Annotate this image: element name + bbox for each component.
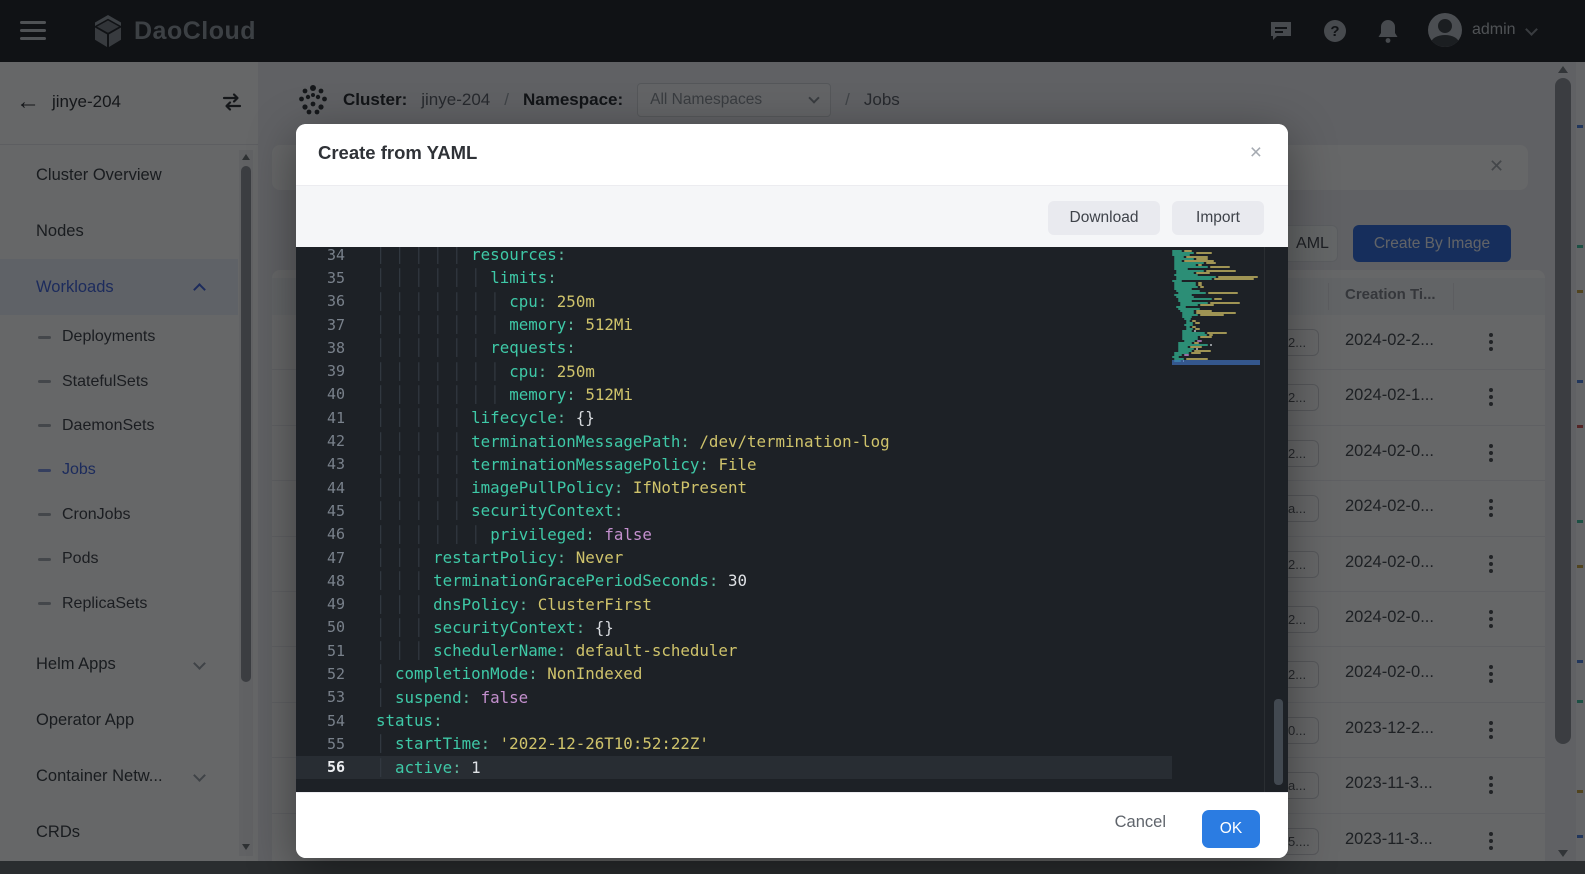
code-text: │ │ │ │ │ │ │ cpu: 250m xyxy=(376,362,595,381)
editor-scrollbar-thumb[interactable] xyxy=(1274,699,1283,785)
code-line-34[interactable]: 34 │ │ │ │ │ resources: xyxy=(296,247,1172,266)
code-line-48[interactable]: 48 │ │ │ terminationGracePeriodSeconds: 3… xyxy=(296,569,1172,592)
line-number: 53 xyxy=(296,688,345,706)
code-text: │ │ │ terminationGracePeriodSeconds: 30 xyxy=(376,571,747,590)
import-button[interactable]: Import xyxy=(1172,201,1264,235)
code-line-53[interactable]: 53 │ suspend: false xyxy=(296,686,1172,709)
code-text: status: xyxy=(376,711,443,730)
code-line-38[interactable]: 38 │ │ │ │ │ │ requests: xyxy=(296,336,1172,359)
code-line-41[interactable]: 41 │ │ │ │ │ lifecycle: {} xyxy=(296,406,1172,429)
code-line-43[interactable]: 43 │ │ │ │ │ terminationMessagePolicy: Fi… xyxy=(296,453,1172,476)
cancel-button[interactable]: Cancel xyxy=(1115,813,1166,832)
code-line-52[interactable]: 52 │ completionMode: NonIndexed xyxy=(296,662,1172,685)
ok-button[interactable]: OK xyxy=(1202,810,1260,848)
line-number: 40 xyxy=(296,385,345,403)
code-text: │ │ │ │ │ │ │ memory: 512Mi xyxy=(376,315,633,334)
code-text: │ │ │ schedulerName: default-scheduler xyxy=(376,641,737,660)
line-number: 38 xyxy=(296,339,345,357)
code-text: │ active: 1 xyxy=(376,758,481,777)
code-text: │ │ │ │ │ resources: xyxy=(376,247,566,264)
line-number: 52 xyxy=(296,665,345,683)
code-text: │ │ │ │ │ │ │ memory: 512Mi xyxy=(376,385,633,404)
code-text: │ │ │ │ │ │ limits: xyxy=(376,268,557,287)
line-number: 48 xyxy=(296,572,345,590)
line-number: 37 xyxy=(296,316,345,334)
code-line-39[interactable]: 39 │ │ │ │ │ │ │ cpu: 250m xyxy=(296,359,1172,382)
code-text: │ │ │ │ │ │ │ cpu: 250m xyxy=(376,292,595,311)
app-root: DaoCloud ? admin ← jinye-204 Cluster Ove… xyxy=(0,0,1585,874)
code-text: │ │ │ │ │ │ requests: xyxy=(376,338,576,357)
modal-toolbar: Download Import xyxy=(296,186,1288,247)
code-text: │ │ │ │ │ terminationMessagePath: /dev/t… xyxy=(376,432,890,451)
line-number: 55 xyxy=(296,735,345,753)
code-text: │ startTime: '2022-12-26T10:52:22Z' xyxy=(376,734,709,753)
create-from-yaml-modal: Create from YAML × Download Import 34 │ │… xyxy=(296,124,1288,858)
code-line-44[interactable]: 44 │ │ │ │ │ imagePullPolicy: IfNotPresen… xyxy=(296,476,1172,499)
line-number: 54 xyxy=(296,712,345,730)
code-line-35[interactable]: 35 │ │ │ │ │ │ limits: xyxy=(296,266,1172,289)
code-text: │ suspend: false xyxy=(376,688,528,707)
editor-minimap[interactable] xyxy=(1172,247,1260,792)
line-number: 45 xyxy=(296,502,345,520)
code-line-42[interactable]: 42 │ │ │ │ │ terminationMessagePath: /dev… xyxy=(296,429,1172,452)
code-line-50[interactable]: 50 │ │ │ securityContext: {} xyxy=(296,616,1172,639)
code-line-54[interactable]: 54 status: xyxy=(296,709,1172,732)
code-line-40[interactable]: 40 │ │ │ │ │ │ │ memory: 512Mi xyxy=(296,383,1172,406)
line-number: 43 xyxy=(296,455,345,473)
line-number: 51 xyxy=(296,642,345,660)
download-button[interactable]: Download xyxy=(1048,201,1160,235)
editor-scrollbar-track xyxy=(1264,247,1265,792)
code-text: │ │ │ securityContext: {} xyxy=(376,618,614,637)
yaml-editor[interactable]: 34 │ │ │ │ │ resources: 35 │ │ │ │ │ │ limi… xyxy=(296,247,1288,792)
modal-footer: Cancel OK xyxy=(296,792,1288,858)
line-number: 34 xyxy=(296,247,345,264)
code-line-51[interactable]: 51 │ │ │ schedulerName: default-scheduler xyxy=(296,639,1172,662)
line-number: 42 xyxy=(296,432,345,450)
close-icon[interactable]: × xyxy=(1250,141,1262,165)
line-number: 50 xyxy=(296,618,345,636)
line-number: 35 xyxy=(296,269,345,287)
line-number: 49 xyxy=(296,595,345,613)
code-text: │ │ │ dnsPolicy: ClusterFirst xyxy=(376,595,652,614)
code-text: │ │ │ │ │ imagePullPolicy: IfNotPresent xyxy=(376,478,747,497)
modal-title: Create from YAML xyxy=(318,142,477,164)
code-line-45[interactable]: 45 │ │ │ │ │ securityContext: xyxy=(296,499,1172,522)
code-line-46[interactable]: 46 │ │ │ │ │ │ privileged: false xyxy=(296,523,1172,546)
editor-lines: 34 │ │ │ │ │ resources: 35 │ │ │ │ │ │ limi… xyxy=(296,247,1172,779)
code-text: │ │ │ restartPolicy: Never xyxy=(376,548,623,567)
modal-title-bar: Create from YAML × xyxy=(296,124,1288,186)
code-line-37[interactable]: 37 │ │ │ │ │ │ │ memory: 512Mi xyxy=(296,313,1172,336)
line-number: 39 xyxy=(296,362,345,380)
code-line-47[interactable]: 47 │ │ │ restartPolicy: Never xyxy=(296,546,1172,569)
line-number: 46 xyxy=(296,525,345,543)
code-text: │ │ │ │ │ securityContext: xyxy=(376,501,623,520)
code-text: │ │ │ │ │ terminationMessagePolicy: File xyxy=(376,455,757,474)
code-text: │ completionMode: NonIndexed xyxy=(376,664,642,683)
code-line-36[interactable]: 36 │ │ │ │ │ │ │ cpu: 250m xyxy=(296,290,1172,313)
code-line-49[interactable]: 49 │ │ │ dnsPolicy: ClusterFirst xyxy=(296,592,1172,615)
line-number: 56 xyxy=(296,758,345,776)
line-number: 47 xyxy=(296,549,345,567)
code-text: │ │ │ │ │ │ privileged: false xyxy=(376,525,652,544)
line-number: 41 xyxy=(296,409,345,427)
line-number: 44 xyxy=(296,479,345,497)
code-line-55[interactable]: 55 │ startTime: '2022-12-26T10:52:22Z' xyxy=(296,732,1172,755)
minimap-active-line xyxy=(1172,360,1260,365)
code-text: │ │ │ │ │ lifecycle: {} xyxy=(376,408,595,427)
code-line-56[interactable]: 56 │ active: 1 xyxy=(296,756,1172,779)
line-number: 36 xyxy=(296,292,345,310)
